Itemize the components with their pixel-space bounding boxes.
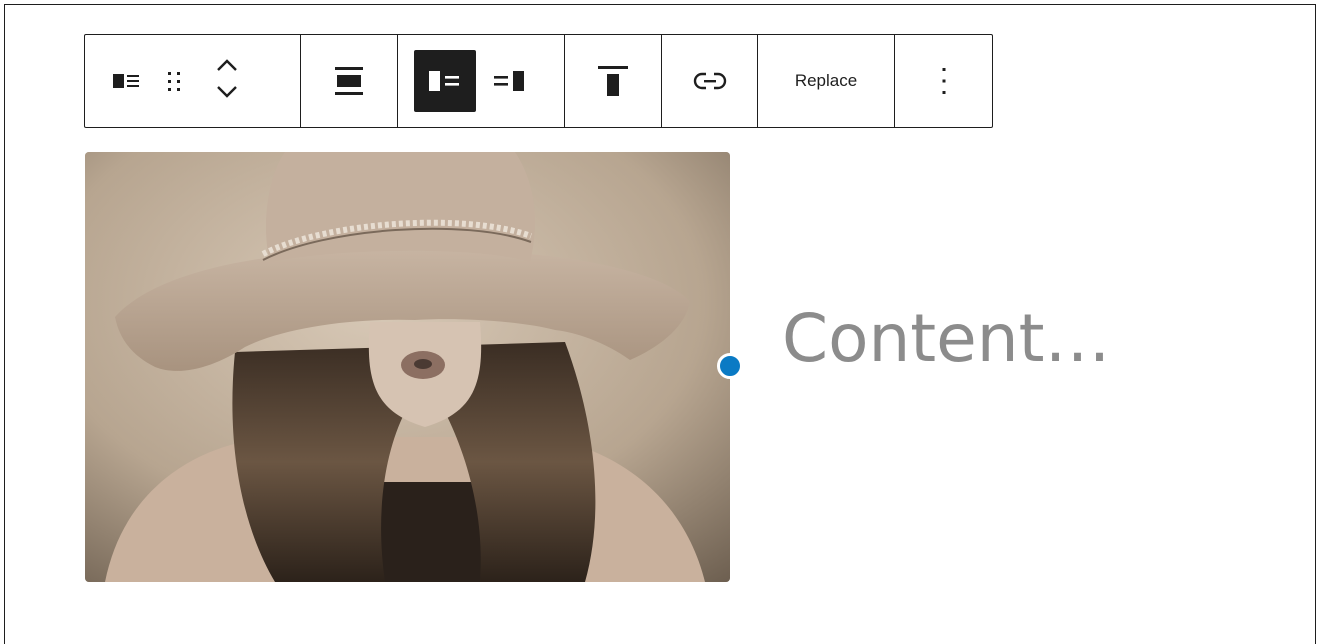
media-text-icon[interactable] [104,57,152,105]
align-group [301,35,398,127]
media-position-group [398,35,565,127]
block-toolbar: Replace [84,34,993,128]
chevron-down-icon[interactable] [215,85,239,104]
content-placeholder[interactable]: Content… [782,300,1111,377]
media-right-icon[interactable] [478,50,540,112]
replace-button[interactable]: Replace [783,57,869,105]
block-controls-group [85,35,301,127]
media-left-icon[interactable] [414,50,476,112]
link-icon[interactable] [686,57,734,105]
align-wide-icon[interactable] [325,57,373,105]
drag-handle-icon[interactable] [152,57,196,105]
resize-handle[interactable] [717,353,743,379]
more-vertical-icon[interactable] [920,57,968,105]
chevron-up-icon[interactable] [215,58,239,77]
options-group [895,35,992,127]
align-top-icon[interactable] [589,57,637,105]
vertical-align-group [565,35,662,127]
block-mover [212,51,242,111]
link-group [662,35,758,127]
media-image[interactable] [85,152,730,582]
replace-group: Replace [758,35,895,127]
